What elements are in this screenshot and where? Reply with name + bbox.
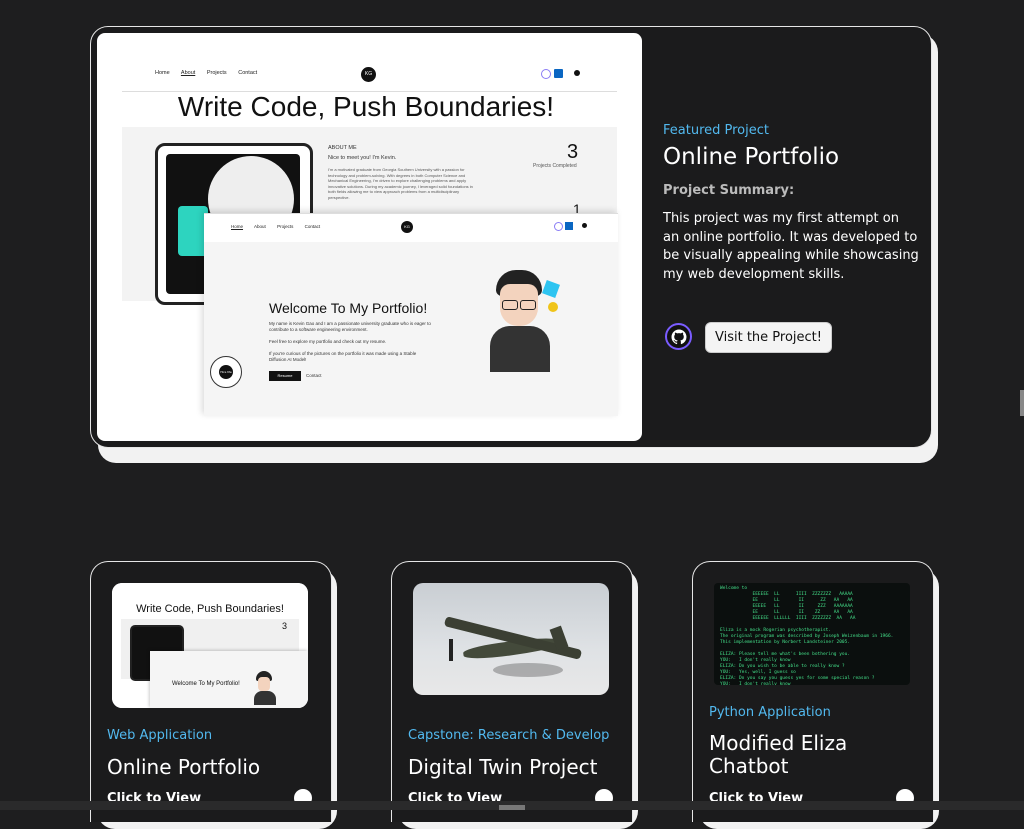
featured-tag: Featured Project bbox=[663, 123, 769, 138]
preview-nav-projects: Projects bbox=[206, 70, 227, 76]
preview-about-label: ABOUT ME bbox=[328, 145, 357, 151]
project-1-thumb-headline: Write Code, Push Boundaries! bbox=[136, 603, 284, 615]
preview-home-logo: KG bbox=[401, 221, 413, 233]
preview-nav-contact: Contact bbox=[238, 70, 258, 76]
preview-stat-label: Projects Completed bbox=[533, 163, 577, 169]
preview-home-nav-home: Home bbox=[231, 224, 244, 229]
featured-project-card: Home About Projects Contact KG Write Cod… bbox=[90, 26, 932, 448]
preview-resume-button[interactable]: Resume bbox=[269, 371, 301, 381]
preview-home-nav-contact: Contact bbox=[304, 224, 321, 229]
airplane-image bbox=[433, 603, 593, 683]
preview-nav-about: About bbox=[180, 70, 196, 76]
project-3-thumbnail[interactable]: Welcome to EEEEEE LL IIII ZZZZZZZ AAAAA … bbox=[714, 583, 910, 685]
featured-preview-image[interactable]: Home About Projects Contact KG Write Cod… bbox=[97, 33, 642, 441]
project-3-tag: Python Application bbox=[709, 705, 831, 720]
preview-hire-badge: Hire Me bbox=[210, 356, 242, 388]
preview-welcome-title: Welcome To My Portfolio! bbox=[269, 300, 428, 316]
preview-welcome-p1: My name is Kevin Gao and I am a passiona… bbox=[269, 321, 431, 332]
preview-welcome-p2: Feel free to explore my portfolio and ch… bbox=[269, 339, 387, 344]
featured-summary: This project was my first attempt on an … bbox=[663, 211, 919, 282]
project-card-python: Welcome to EEEEEE LL IIII ZZZZZZZ AAAAA … bbox=[692, 561, 934, 822]
preview-social-icons bbox=[541, 69, 581, 79]
project-1-title: Online Portfolio bbox=[107, 755, 261, 779]
preview-home-nav-projects: Projects bbox=[277, 224, 294, 229]
preview-about-text: I'm a motivated graduate from Georgia So… bbox=[328, 167, 473, 200]
visit-project-button[interactable]: Visit the Project! bbox=[705, 322, 832, 353]
preview-welcome-p3: If you're curious of the pictures on the… bbox=[269, 351, 417, 362]
featured-github-icon[interactable] bbox=[665, 323, 692, 350]
project-2-title: Digital Twin Project bbox=[408, 755, 598, 779]
project-2-thumbnail[interactable] bbox=[413, 583, 609, 695]
eliza-terminal-text: Welcome to EEEEEE LL IIII ZZZZZZZ AAAAA … bbox=[720, 586, 894, 685]
project-card-web-application: Write Code, Push Boundaries! 3 Welcome T… bbox=[90, 561, 332, 822]
project-1-thumb-stat: 3 bbox=[282, 621, 288, 631]
preview-stat-number: 3 bbox=[567, 141, 579, 163]
project-2-tag: Capstone: Research & Develop bbox=[408, 728, 610, 743]
preview-avatar-image bbox=[484, 262, 560, 372]
project-1-tag: Web Application bbox=[107, 728, 213, 743]
preview-home-page: Home About Projects Contact KG Welcome T… bbox=[204, 213, 618, 416]
preview-nav-home: Home bbox=[155, 70, 170, 76]
preview-contact-link[interactable]: Contact bbox=[306, 373, 322, 378]
project-3-title: Modified Eliza Chatbot bbox=[709, 731, 848, 778]
summary-heading: Project Summary: bbox=[663, 183, 795, 198]
preview-logo: KG bbox=[361, 67, 376, 82]
preview-home-nav-about: About bbox=[254, 224, 266, 229]
preview-headline: Write Code, Push Boundaries! bbox=[177, 91, 555, 122]
vertical-scrollbar-thumb[interactable] bbox=[1020, 390, 1024, 416]
project-1-thumb-welcome: Welcome To My Portfolio! bbox=[172, 681, 240, 687]
project-1-thumbnail[interactable]: Write Code, Push Boundaries! 3 Welcome T… bbox=[112, 583, 308, 708]
project-card-capstone: Capstone: Research & Develop Digital Twi… bbox=[391, 561, 633, 822]
preview-about-greeting: Nice to meet you! I'm Kevin. bbox=[328, 155, 397, 161]
horizontal-scrollbar[interactable] bbox=[0, 801, 1024, 810]
featured-title: Online Portfolio bbox=[663, 144, 840, 170]
